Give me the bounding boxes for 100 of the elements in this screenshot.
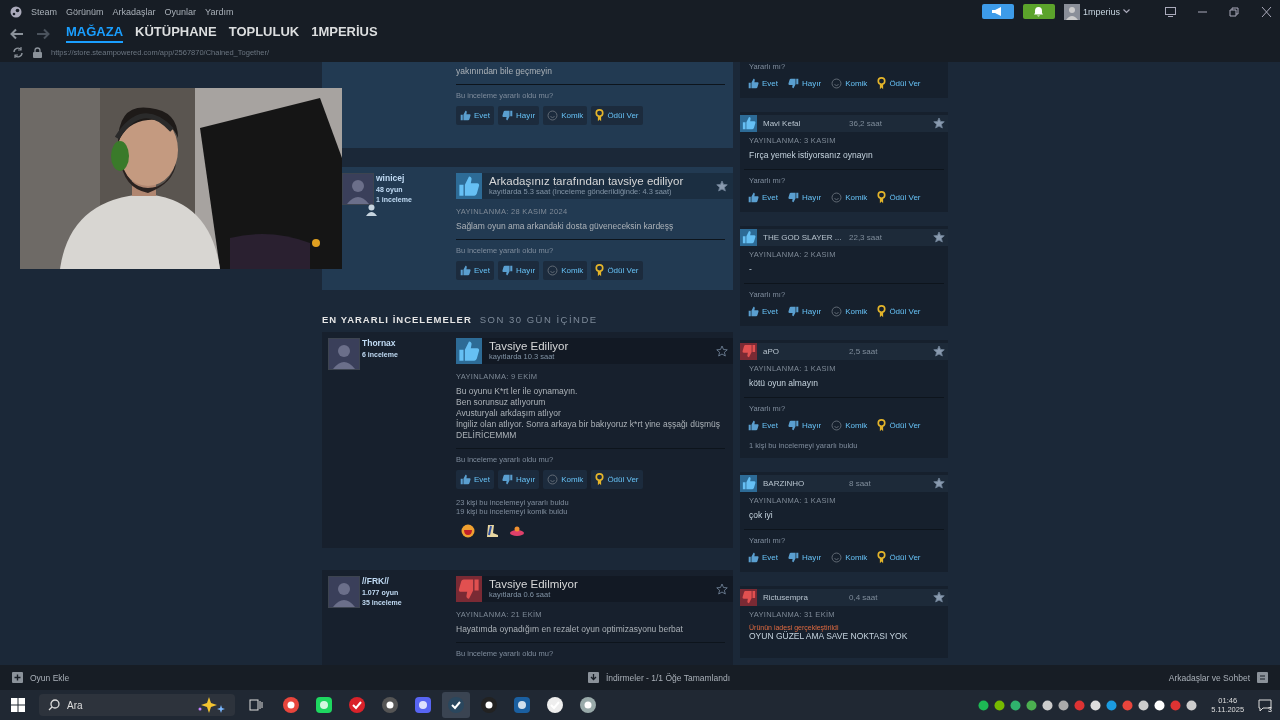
author-name[interactable]: Thornax (362, 337, 398, 348)
taskbar-app-icon[interactable] (442, 692, 470, 719)
author-name[interactable]: Rictusempra (763, 592, 843, 602)
avatar[interactable] (328, 337, 360, 370)
star-icon[interactable] (716, 179, 728, 192)
like-button[interactable]: Evet (456, 105, 494, 125)
award-icon (595, 108, 605, 122)
task-view-icon[interactable] (249, 698, 263, 713)
windows-start-icon[interactable] (11, 698, 25, 713)
avatar[interactable] (328, 575, 360, 608)
author-name[interactable]: BARZINHO (763, 478, 843, 488)
monitor-icon[interactable] (1165, 6, 1176, 17)
star-icon[interactable] (933, 117, 945, 130)
menu-item[interactable]: Steam (31, 6, 57, 17)
star-icon[interactable] (933, 591, 945, 604)
like-button[interactable]: Evet (456, 469, 494, 489)
playtime-text: 2,5 saat (849, 346, 879, 356)
steam-logo-icon[interactable] (10, 5, 22, 18)
like-button[interactable]: Evet (748, 76, 778, 90)
award-button[interactable]: Ödül Ver (591, 260, 643, 280)
close-icon[interactable] (1261, 6, 1272, 17)
dislike-button[interactable]: Hayır (498, 469, 540, 489)
dislike-button[interactable]: Hayır (788, 550, 822, 564)
tray-icon[interactable] (1042, 699, 1054, 711)
thumbs-up-icon (460, 109, 471, 121)
tray-icon[interactable] (994, 699, 1006, 711)
section-subtitle: SON 30 GÜN İÇİNDE (479, 313, 598, 325)
like-button[interactable]: Evet (748, 190, 778, 204)
tray-icon[interactable] (1154, 699, 1166, 711)
menu-item[interactable]: Yardım (205, 6, 234, 17)
restore-icon[interactable] (1229, 6, 1240, 17)
award-button[interactable]: Ödül Ver (877, 550, 921, 564)
search-field[interactable]: Ara (39, 694, 235, 717)
friends-chat-button[interactable]: Arkadaşlar ve Sohbet (1168, 672, 1268, 684)
tray-icon[interactable] (1058, 699, 1070, 711)
award-button[interactable]: Ödül Ver (591, 469, 643, 489)
refresh-icon[interactable] (12, 47, 24, 59)
tray-icon[interactable] (978, 699, 990, 711)
dislike-button[interactable]: Hayır (498, 105, 540, 125)
dislike-button[interactable]: Hayır (498, 260, 540, 280)
tray-icon[interactable] (1186, 699, 1198, 711)
funny-button[interactable]: Komik (831, 76, 868, 90)
nav-tab[interactable]: 1MPERİUS (311, 24, 378, 44)
notifications-button[interactable] (1023, 4, 1055, 20)
review-text: yakınından bile geçmeyin (456, 65, 553, 77)
star-icon[interactable] (716, 582, 728, 595)
add-game-button[interactable]: Oyun Ekle (12, 672, 70, 684)
menu-item[interactable]: Oyunlar (164, 6, 197, 17)
announcements-button[interactable] (982, 4, 1014, 20)
like-button[interactable]: Evet (748, 304, 778, 318)
author-name[interactable]: Mavi Kefal (763, 118, 843, 128)
dislike-button[interactable]: Hayır (788, 76, 822, 90)
playtime-text: 36,2 saat (849, 118, 883, 128)
review-text: Avusturyalı arkdaşım atlıyor (456, 407, 562, 419)
star-icon[interactable] (716, 344, 728, 357)
nav-tab[interactable]: KÜTÜPHANE (135, 24, 217, 44)
star-icon[interactable] (933, 345, 945, 358)
thumbs-down-icon (502, 473, 513, 485)
funny-button[interactable]: Komik (831, 550, 868, 564)
award-button[interactable]: Ödül Ver (877, 190, 921, 204)
tray-icon[interactable] (1138, 699, 1150, 711)
user-menu[interactable]: 1mperius (1064, 3, 1130, 20)
funny-button[interactable]: Komik (831, 190, 868, 204)
award-icon (877, 190, 887, 204)
like-button[interactable]: Evet (748, 418, 778, 432)
author-name[interactable]: aPO (763, 346, 843, 356)
section-title: EN YARARLI İNCELEMELER (322, 313, 472, 325)
dislike-button[interactable]: Hayır (788, 304, 822, 318)
thumbs-down-icon (788, 305, 799, 317)
dislike-button[interactable]: Hayır (788, 190, 822, 204)
author-name[interactable]: THE GOD SLAYER ... (763, 232, 843, 242)
downloads-button[interactable]: İndirmeler - 1/1 Öğe Tamamlandı (587, 672, 730, 684)
award-icon (595, 472, 605, 486)
boot-award-icon[interactable] (485, 523, 499, 538)
tray-icon[interactable] (1090, 699, 1102, 711)
sparkle-award-icon[interactable] (509, 524, 525, 537)
star-icon[interactable] (933, 477, 945, 490)
author-name[interactable]: winicej (376, 172, 412, 183)
award-button[interactable]: Ödül Ver (591, 105, 643, 125)
thumbs-down-icon (502, 109, 513, 121)
like-button[interactable]: Evet (456, 260, 494, 280)
like-button[interactable]: Evet (748, 550, 778, 564)
funny-button[interactable]: Komik (831, 304, 868, 318)
verdict-title: Tavsiye Edilmiyor (489, 578, 579, 591)
dislike-button[interactable]: Hayır (788, 418, 822, 432)
laughing-award-icon[interactable] (461, 523, 475, 538)
award-button[interactable]: Ödül Ver (877, 76, 921, 90)
funny-button[interactable]: Komik (831, 418, 868, 432)
chat-bubble-icon (1258, 698, 1273, 712)
author-name[interactable]: //FRK// (362, 575, 402, 586)
award-button[interactable]: Ödül Ver (877, 304, 921, 318)
award-button[interactable]: Ödül Ver (877, 418, 921, 432)
star-icon[interactable] (933, 231, 945, 244)
funny-button[interactable]: Komik (543, 469, 588, 489)
menu-item[interactable]: Arkadaşlar (112, 6, 156, 17)
back-arrow-icon[interactable] (10, 27, 24, 40)
menu-item[interactable]: Görünüm (66, 6, 104, 17)
funny-button[interactable]: Komik (543, 260, 588, 280)
nav-tab[interactable]: TOPLULUK (228, 24, 300, 44)
funny-button[interactable]: Komik (543, 105, 588, 125)
